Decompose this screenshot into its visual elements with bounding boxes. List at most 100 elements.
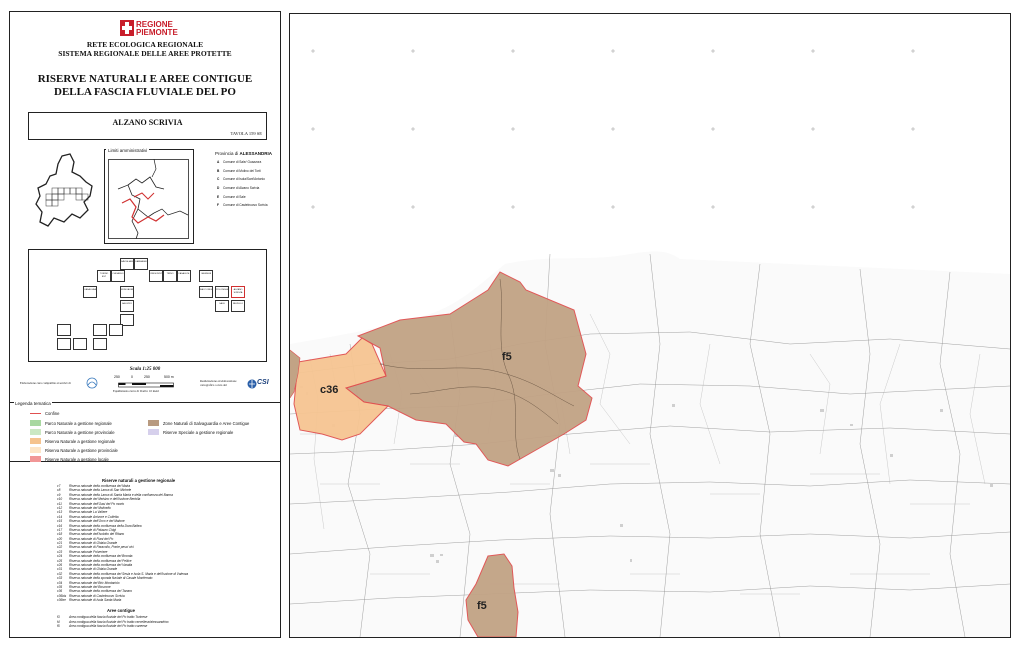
scale-bar xyxy=(118,382,174,388)
admin-title: Limiti amministrativi xyxy=(106,148,150,153)
csi-logo: CSI xyxy=(247,378,269,390)
index-tile: SALE xyxy=(215,300,229,312)
reserves-list: c7 Riserva naturale della confluenza del … xyxy=(57,484,267,603)
province-label: Provincia di ALESSANDRIA xyxy=(215,151,272,156)
csi-logo-text: CSI xyxy=(257,379,269,386)
comune-name: Comune di Sale xyxy=(223,194,246,199)
csi-logo-icon xyxy=(247,379,257,389)
main-title-2: DELLA FASCIA FLUVIALE DEL PO xyxy=(54,86,236,98)
admin-map-box: Limiti amministrativi xyxy=(104,148,194,244)
f5-upper-label: f5 xyxy=(502,351,512,363)
index-tile xyxy=(109,324,123,336)
comune-name: Comune di Castelnuovo Scrivia xyxy=(223,203,268,208)
index-tile: CASALE M. xyxy=(177,270,191,282)
system-title: SISTEMA REGIONALE DELLE AREE PROTETTE xyxy=(58,49,232,58)
index-tile: REVELLO xyxy=(231,300,245,312)
c36-label: c36 xyxy=(320,384,339,396)
sheet-name: ALZANO SCRIVIA xyxy=(112,118,183,127)
legend-swatch xyxy=(148,420,159,426)
sheet-number: TAVOLA 159 SE xyxy=(230,131,262,136)
piemonte-locator-map xyxy=(35,153,93,227)
index-tile-selected: ALZANO SCRIVIA xyxy=(231,286,245,298)
legend-swatch xyxy=(30,447,41,453)
legend-item: Riserva Naturale a gestione provinciale xyxy=(30,447,118,453)
sheet-box: ALZANO SCRIVIA TAVOLA 159 SE xyxy=(28,112,267,140)
index-tile: TRINO xyxy=(163,270,177,282)
network-title: RETE ECOLOGICA REGIONALE xyxy=(86,40,204,49)
index-tile: VALENZA xyxy=(199,270,213,282)
reserve-row: c36ter Riserva naturale di Isola Santa Ma… xyxy=(57,598,267,602)
legend-swatch xyxy=(30,456,41,462)
comune-name: Comune di Isola/Sant'Antonio xyxy=(223,177,265,182)
index-tile: MONCALIERI xyxy=(120,286,134,298)
reserve-code: c36ter xyxy=(57,598,66,603)
topographic-map xyxy=(290,49,1010,637)
comune-name: Comune di Alzano Scrivia xyxy=(223,186,260,191)
reserve-name: Area contigua della fascia fluviale del … xyxy=(69,624,148,629)
index-tile xyxy=(93,338,107,350)
reserve-code: f5 xyxy=(57,624,60,629)
index-tile: SALUZZO xyxy=(120,300,134,312)
boundary-line-icon xyxy=(30,413,41,414)
comune-name: Comune di Sale/ Guazzora xyxy=(223,160,262,164)
sheet-index-box: SAVIGLIANO CARMAGNOLA TORINO EST CHIVASS… xyxy=(28,249,267,362)
contig-title: Aree contigue xyxy=(107,608,135,613)
index-tile xyxy=(73,338,87,350)
admin-boundaries-map xyxy=(108,159,189,239)
index-tile: CASALGRASSO xyxy=(83,286,97,298)
info-panel: REGIONE PIEMONTE RETE ECOLOGICA REGIONAL… xyxy=(9,11,281,638)
scale-tick: 0 xyxy=(131,375,133,379)
index-tile: TORINO EST xyxy=(97,270,111,282)
legend-label: Riserve Speciale a gestione regionale xyxy=(163,429,234,435)
elaborated-by: Elaborazione cura compatible ai servizi … xyxy=(20,381,71,385)
index-tile: SAVIGLIANO xyxy=(120,258,134,270)
index-tile xyxy=(57,324,71,336)
legend-label: Riserva Naturale a gestione provinciale xyxy=(45,447,118,453)
equidistance-note: Equidistanza curve di livello: 10 metri xyxy=(113,389,160,393)
scale-tick: 250 xyxy=(144,375,150,379)
legend-swatch xyxy=(30,438,41,444)
province-prefix: Provincia di xyxy=(215,151,239,156)
legend-swatch xyxy=(30,429,41,435)
scale-tick: 500 m xyxy=(164,375,174,379)
scale-title: Scala 1:25 000 xyxy=(129,367,161,372)
legend-boundary-label: Confine xyxy=(45,411,60,416)
index-tile: CARMAGNOLA xyxy=(134,258,148,270)
index-tile: RACCONIGI xyxy=(199,286,213,298)
legend-label: Riserve Naturale a gestione locale xyxy=(45,456,109,462)
comune-name: Comune di Molino dei Torti xyxy=(223,168,261,173)
comuni-list: A Comune di Sale/ Guazzora B Comune di Mol… xyxy=(217,160,267,212)
legend-item: Zone Naturali di Salvaguardia e Aree Con… xyxy=(148,420,249,426)
main-title-1: RISERVE NATURALI E AREE CONTIGUE xyxy=(37,73,253,85)
logo-text-2: PIEMONTE xyxy=(136,28,178,37)
legend-label: Zone Naturali di Salvaguardia e Aree Con… xyxy=(163,420,250,426)
index-tile: CRESCENTINO xyxy=(149,270,163,282)
legend-label: Parco Naturale a gestione regionale xyxy=(45,420,112,426)
f5-lower-label: f5 xyxy=(477,600,487,612)
legend-item: Parco Naturale a gestione provinciale xyxy=(30,429,115,435)
index-tile: POLONGHERA xyxy=(215,286,229,298)
index-tile: CHIVASSO xyxy=(111,270,125,282)
legend-item: Riserve Naturale a gestione locale xyxy=(30,456,109,462)
contig-list: f3 Area contigua della fascia fluviale de… xyxy=(57,615,267,629)
reserve-row: f5 Area contigua della fascia fluviale de… xyxy=(57,624,267,629)
legend-swatch xyxy=(148,429,159,435)
legend-swatch xyxy=(30,420,41,426)
legend-box: Legenda tematica Confine Parco Naturale … xyxy=(10,401,280,462)
legend-label: Riserva Naturale a gestione regionale xyxy=(45,438,116,444)
scale-tick: 250 xyxy=(114,375,120,379)
legend-boundary: Confine xyxy=(30,411,59,416)
legend-label: Parco Naturale a gestione provinciale xyxy=(45,429,115,435)
reserve-name: Riserva naturale di Isola Santa Maria xyxy=(69,598,122,603)
index-tile xyxy=(93,324,107,336)
regione-logo: REGIONE PIEMONTE xyxy=(120,20,180,38)
index-tile xyxy=(57,338,71,350)
province-name: ALESSANDRIA xyxy=(239,151,273,156)
terrain-detail xyxy=(290,251,1010,637)
legend-item: Riserva Naturale a gestione regionale xyxy=(30,438,115,444)
reserves-title: Riserve naturali a gestione regionale xyxy=(102,478,176,483)
legend-title: Legenda tematica xyxy=(14,401,52,406)
grid-crosses xyxy=(311,49,915,209)
realized-by: Realizzazione ed elaborazione cartografi… xyxy=(200,379,237,387)
logo-shield-icon xyxy=(120,20,134,36)
